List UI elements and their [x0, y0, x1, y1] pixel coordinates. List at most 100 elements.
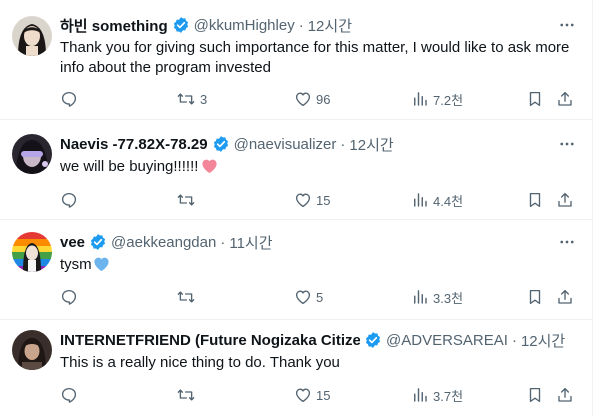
bookmark-icon: [529, 192, 541, 208]
bookmark-icon: [529, 289, 541, 305]
retweet-icon: [177, 93, 195, 105]
share-icon: [558, 289, 572, 304]
like-count: 15: [316, 387, 331, 403]
verified-badge-icon: [364, 331, 382, 349]
views-icon: [414, 290, 427, 304]
tweet-text: This is a really nice thing to do. Thank…: [60, 354, 340, 371]
bookmark-icon: [529, 387, 541, 403]
avatar[interactable]: [12, 330, 52, 370]
verified-badge-icon: [212, 135, 230, 153]
display-name[interactable]: 하빈 something: [60, 15, 168, 36]
reply-button[interactable]: [60, 385, 82, 405]
view-count: 4.4천: [433, 193, 464, 209]
tweet-item[interactable]: Naevis -77.82X-78.29 @naevisualizer · 12…: [0, 120, 592, 220]
reply-button[interactable]: [60, 287, 82, 307]
timestamp[interactable]: 11시간: [229, 232, 272, 253]
bookmark-button[interactable]: [526, 385, 544, 405]
like-count: 5: [316, 289, 324, 305]
user-handle[interactable]: @aekkeangdan: [111, 234, 216, 251]
retweet-icon: [177, 194, 195, 206]
retweet-count: 3: [200, 91, 208, 107]
reply-icon: [61, 289, 77, 305]
bookmark-button[interactable]: [526, 89, 544, 109]
view-count: 3.3천: [433, 290, 464, 306]
share-icon: [558, 192, 572, 207]
timestamp[interactable]: 12시간: [308, 15, 352, 36]
tweet-header: vee @aekkeangdan · 11시간: [60, 232, 273, 252]
reply-icon: [61, 91, 77, 107]
views-button[interactable]: 3.7천: [411, 385, 463, 405]
views-icon: [414, 193, 427, 207]
views-button[interactable]: 3.3천: [411, 287, 463, 307]
reply-button[interactable]: [60, 89, 82, 109]
user-handle[interactable]: @naevisualizer: [234, 136, 337, 153]
heart-icon: [295, 388, 311, 403]
reply-icon: [61, 387, 77, 403]
tweet-text-row: we will be buying!!!!!!: [60, 157, 580, 180]
like-count: 96: [316, 91, 331, 107]
user-handle[interactable]: @ADVERSAREAI: [386, 332, 508, 349]
tweet-text: Thank you for giving such importance for…: [60, 39, 570, 76]
like-button[interactable]: 15: [294, 190, 330, 210]
share-button[interactable]: [556, 287, 574, 307]
heart-icon: [295, 290, 311, 305]
separator-dot: ·: [340, 135, 346, 153]
retweet-icon: [177, 291, 195, 303]
tweet-header: Naevis -77.82X-78.29 @naevisualizer · 12…: [60, 134, 394, 154]
tweet-item[interactable]: INTERNETFRIEND (Future Nogizaka Citizei …: [0, 320, 592, 416]
bookmark-icon: [529, 91, 541, 107]
like-button[interactable]: 5: [294, 287, 323, 307]
retweet-button[interactable]: 3: [176, 89, 207, 109]
reply-button[interactable]: [60, 190, 82, 210]
tweet-text: we will be buying!!!!!!: [60, 158, 199, 175]
heart-icon: [295, 193, 311, 208]
avatar[interactable]: [12, 134, 52, 174]
avatar[interactable]: [12, 16, 52, 56]
retweet-icon: [177, 389, 195, 401]
like-button[interactable]: 96: [294, 89, 330, 109]
display-name[interactable]: Naevis -77.82X-78.29: [60, 136, 208, 153]
pink-heart-emoji-icon: [201, 158, 218, 180]
tweet-actions: 3 96 7.2천: [60, 89, 580, 109]
page-edge: [593, 0, 600, 416]
verified-badge-icon: [172, 16, 190, 34]
tweet-header: 하빈 something @kkumHighley · 12시간: [60, 15, 352, 35]
like-button[interactable]: 15: [294, 385, 330, 405]
more-dots-icon[interactable]: [557, 232, 577, 252]
user-handle[interactable]: @kkumHighley: [194, 17, 295, 34]
share-button[interactable]: [556, 190, 574, 210]
share-icon: [558, 387, 572, 402]
bookmark-button[interactable]: [526, 287, 544, 307]
tweet-text: tysm: [60, 256, 92, 273]
views-button[interactable]: 4.4천: [411, 190, 463, 210]
separator-dot: ·: [220, 233, 226, 251]
timestamp[interactable]: 12시간: [521, 330, 565, 351]
views-button[interactable]: 7.2천: [411, 89, 463, 109]
more-dots-icon[interactable]: [557, 15, 577, 35]
views-icon: [414, 92, 427, 106]
display-name[interactable]: INTERNETFRIEND (Future Nogizaka Citizei: [60, 332, 360, 349]
tweet-item[interactable]: 하빈 something @kkumHighley · 12시간 Thank y…: [0, 0, 592, 120]
separator-dot: ·: [298, 16, 304, 34]
bookmark-button[interactable]: [526, 190, 544, 210]
tweet-item[interactable]: vee @aekkeangdan · 11시간 tysm 5 3.3천: [0, 220, 592, 320]
retweet-button[interactable]: [176, 190, 200, 210]
avatar[interactable]: [12, 232, 52, 272]
tweet-actions: 5 3.3천: [60, 287, 580, 307]
blue-heart-emoji-icon: [93, 256, 110, 278]
share-button[interactable]: [556, 385, 574, 405]
timestamp[interactable]: 12시간: [349, 134, 393, 155]
tweet-text-row: tysm: [60, 255, 580, 278]
reply-icon: [61, 192, 77, 208]
more-dots-icon[interactable]: [557, 134, 577, 154]
reply-feed: 하빈 something @kkumHighley · 12시간 Thank y…: [0, 0, 593, 416]
view-count: 3.7천: [433, 388, 464, 404]
retweet-button[interactable]: [176, 385, 200, 405]
tweet-actions: 15 3.7천: [60, 385, 580, 405]
retweet-button[interactable]: [176, 287, 200, 307]
display-name[interactable]: vee: [60, 234, 85, 251]
tweet-header: INTERNETFRIEND (Future Nogizaka Citizei …: [60, 330, 565, 350]
tweet-actions: 15 4.4천: [60, 190, 580, 210]
separator-dot: ·: [511, 331, 517, 349]
share-button[interactable]: [556, 89, 574, 109]
